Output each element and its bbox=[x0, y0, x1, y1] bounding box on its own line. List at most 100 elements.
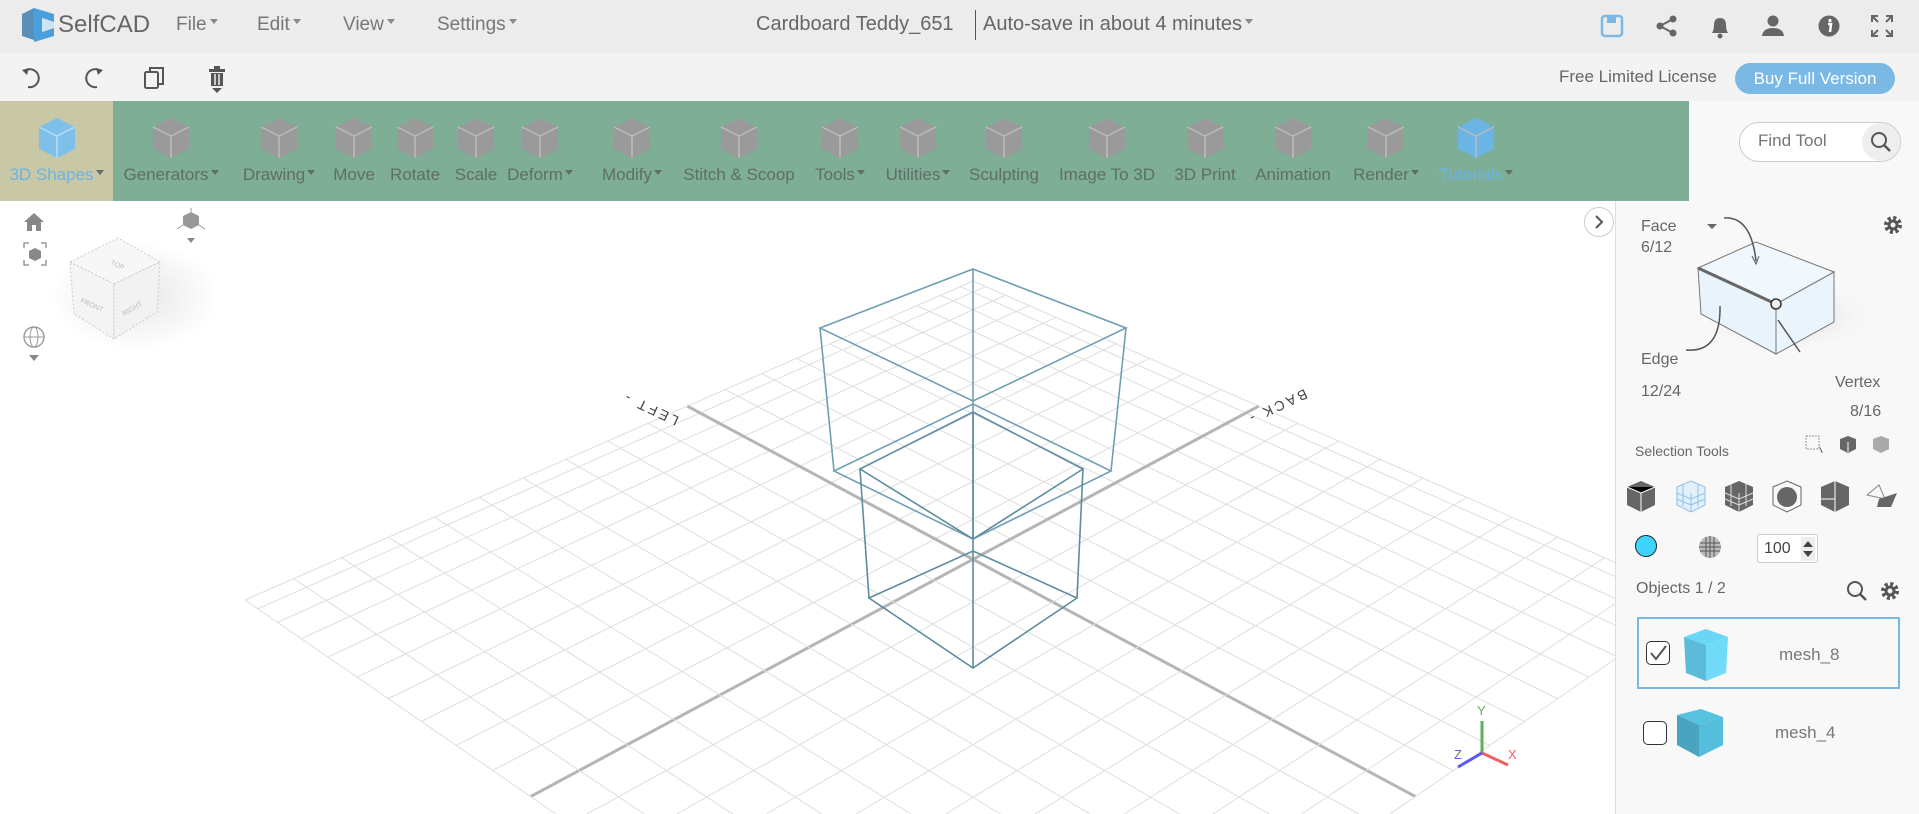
tool-label: Generators bbox=[123, 165, 218, 185]
object-checkbox[interactable] bbox=[1643, 721, 1667, 745]
collapse-panel-button[interactable] bbox=[1584, 207, 1614, 237]
tool-drawing-icon bbox=[260, 118, 298, 158]
info-icon[interactable] bbox=[1817, 14, 1841, 38]
selection-tools-label: Selection Tools bbox=[1635, 443, 1729, 459]
buy-full-version-button[interactable]: Buy Full Version bbox=[1735, 63, 1895, 94]
tool-sculpting-icon bbox=[985, 118, 1023, 158]
object-row-mesh-4[interactable]: mesh_4 bbox=[1637, 695, 1900, 767]
axis-z-label: Z bbox=[1454, 747, 1462, 762]
app-name: SelfCAD bbox=[58, 11, 151, 38]
tool-label: 3D Shapes bbox=[9, 165, 103, 185]
undo-icon[interactable] bbox=[20, 66, 44, 90]
opacity-stepper[interactable]: 100 bbox=[1757, 534, 1818, 563]
document-title[interactable]: Cardboard Teddy_651 bbox=[756, 13, 954, 36]
objects-settings-icon[interactable] bbox=[1879, 580, 1901, 602]
opacity-value[interactable]: 100 bbox=[1764, 540, 1791, 558]
object-name[interactable]: mesh_8 bbox=[1779, 645, 1839, 665]
select-visible-icon[interactable] bbox=[1871, 434, 1891, 454]
tool-sculpting[interactable]: Sculpting bbox=[954, 101, 1054, 201]
menu-file[interactable]: File bbox=[176, 14, 218, 36]
tool-utilities-icon bbox=[899, 118, 937, 158]
tool-deform-icon bbox=[521, 118, 559, 158]
fullscreen-icon[interactable] bbox=[1870, 14, 1894, 38]
select-vertex-icon[interactable] bbox=[1821, 481, 1849, 512]
search-objects-icon[interactable] bbox=[1846, 580, 1868, 602]
tool-label: Render bbox=[1353, 165, 1419, 185]
select-edge-icon[interactable] bbox=[1772, 480, 1802, 513]
logo-icon bbox=[22, 8, 54, 42]
autosave-dropdown[interactable]: Auto-save in about 4 minutes bbox=[983, 13, 1253, 36]
tool-generators[interactable]: Generators bbox=[121, 101, 221, 201]
axis-x-label: X bbox=[1508, 747, 1517, 762]
find-tool-button[interactable] bbox=[1862, 123, 1900, 161]
vertex-count: 8/16 bbox=[1850, 403, 1882, 420]
tool-deform[interactable]: Deform bbox=[490, 101, 590, 201]
zoom-fit-icon[interactable] bbox=[23, 242, 47, 266]
find-tool-area bbox=[1689, 101, 1919, 201]
tool-image-to-3d-icon bbox=[1088, 118, 1126, 158]
select-plane-icon[interactable] bbox=[1865, 484, 1897, 507]
select-object-icon[interactable] bbox=[1626, 481, 1656, 512]
tool-label: Tutorials bbox=[1439, 165, 1514, 185]
bell-icon[interactable] bbox=[1708, 14, 1732, 40]
projection-icon[interactable] bbox=[176, 208, 206, 248]
tool-modify[interactable]: Modify bbox=[582, 101, 682, 201]
tool-3d-shapes[interactable]: 3D Shapes bbox=[0, 101, 113, 201]
chevron-right-icon bbox=[1595, 215, 1604, 229]
color-swatch[interactable] bbox=[1635, 535, 1657, 557]
menu-edit[interactable]: Edit bbox=[257, 14, 301, 36]
box-select-icon[interactable] bbox=[1805, 435, 1825, 455]
user-icon[interactable] bbox=[1761, 14, 1785, 38]
objects-count: Objects 1 / 2 bbox=[1636, 580, 1726, 597]
redo-icon[interactable] bbox=[81, 66, 105, 90]
stepper-arrows-icon[interactable] bbox=[1801, 537, 1815, 561]
selection-mode-row bbox=[1626, 480, 1897, 513]
tool-render-icon bbox=[1367, 118, 1405, 158]
delete-icon[interactable] bbox=[206, 64, 228, 94]
selection-panel: Face 6/12 Edge 12/24 Vertex 8/16 Selecti… bbox=[1615, 201, 1919, 814]
material-sphere-icon[interactable] bbox=[1698, 535, 1722, 559]
tool-label: Tools bbox=[815, 165, 865, 185]
tool-label: 3D Print bbox=[1174, 165, 1236, 184]
object-name[interactable]: mesh_4 bbox=[1775, 723, 1835, 743]
tool-render[interactable]: Render bbox=[1336, 101, 1436, 201]
orbit-icon[interactable] bbox=[22, 325, 46, 369]
save-icon[interactable] bbox=[1600, 14, 1624, 38]
select-face-icon[interactable] bbox=[1676, 480, 1706, 513]
find-tool-search[interactable] bbox=[1739, 122, 1901, 162]
tool-label: Stitch & Scoop bbox=[683, 165, 795, 184]
mode-dropdown[interactable]: Face bbox=[1641, 218, 1677, 236]
menu-view[interactable]: View bbox=[343, 14, 395, 36]
gear-icon[interactable] bbox=[1882, 214, 1904, 236]
share-icon[interactable] bbox=[1655, 14, 1679, 38]
find-tool-input[interactable] bbox=[1758, 131, 1858, 151]
tool-label: Sculpting bbox=[969, 165, 1039, 184]
search-icon bbox=[1871, 132, 1891, 152]
tool-tutorials-icon bbox=[1457, 118, 1495, 158]
mesh-selection-diagram bbox=[1685, 217, 1876, 355]
tool-image-to-3d[interactable]: Image To 3D bbox=[1057, 101, 1157, 201]
select-polygon-icon[interactable] bbox=[1724, 481, 1754, 512]
license-label: Free Limited License bbox=[1559, 67, 1717, 86]
copy-icon[interactable] bbox=[142, 65, 166, 91]
tool-stitch-scoop[interactable]: Stitch & Scoop bbox=[683, 101, 795, 201]
home-icon[interactable] bbox=[23, 212, 45, 232]
menu-settings[interactable]: Settings bbox=[437, 14, 517, 36]
edge-label: Edge bbox=[1641, 351, 1679, 368]
cube-thumbnail-icon bbox=[1684, 629, 1728, 681]
top-header: SelfCAD File Edit View Settings Cardboar… bbox=[0, 0, 1919, 54]
tool-3d-print[interactable]: 3D Print bbox=[1155, 101, 1255, 201]
select-through-icon[interactable] bbox=[1838, 434, 1858, 454]
object-checkbox[interactable] bbox=[1646, 641, 1670, 665]
selfcad-logo[interactable]: SelfCAD bbox=[20, 6, 150, 44]
object-row-mesh-8[interactable]: mesh_8 bbox=[1637, 617, 1900, 689]
tool-utilities[interactable]: Utilities bbox=[868, 101, 968, 201]
3d-viewport[interactable]: LEFT - BACK - TOP FRONT RIGHT Y X Z bbox=[0, 201, 1615, 814]
tool-animation[interactable]: Animation bbox=[1243, 101, 1343, 201]
tool-stitch-scoop-icon bbox=[720, 118, 758, 158]
tool-ribbon: 3D Shapes Generators Drawing Move Rotate Scal… bbox=[0, 101, 1689, 201]
tool-3d-shapes-icon bbox=[38, 118, 75, 158]
tool-tutorials[interactable]: Tutorials bbox=[1426, 101, 1526, 201]
view-cube[interactable]: TOP FRONT RIGHT bbox=[62, 234, 166, 344]
tool-label: Image To 3D bbox=[1058, 165, 1156, 184]
